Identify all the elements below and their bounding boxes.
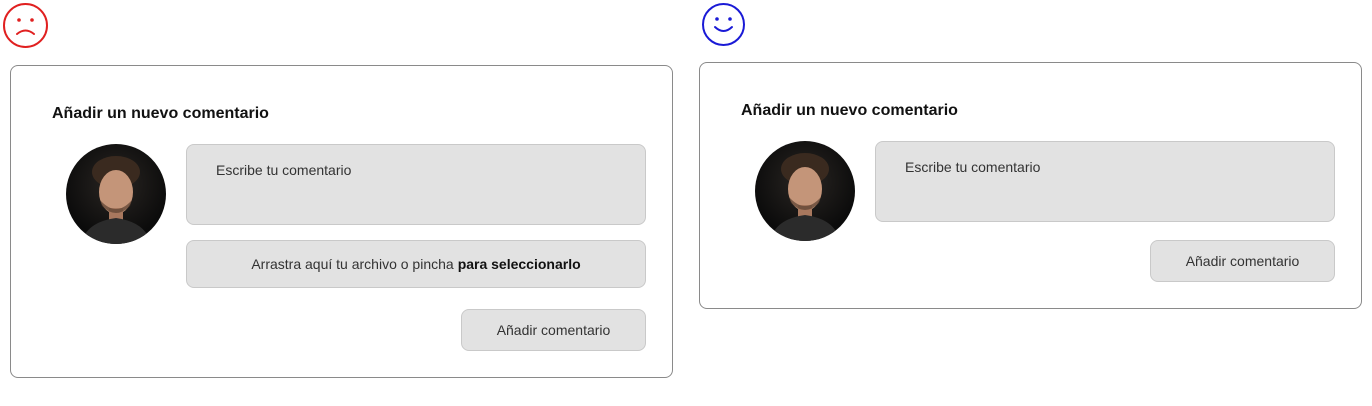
comment-card-good: Añadir un nuevo comentario Añadir coment… bbox=[699, 62, 1362, 309]
avatar bbox=[66, 144, 166, 244]
select-file-link[interactable]: para seleccionarlo bbox=[458, 256, 581, 272]
comment-input[interactable] bbox=[186, 144, 646, 225]
file-dropzone[interactable]: Arrastra aquí tu archivo o pincha para s… bbox=[186, 240, 646, 288]
add-comment-button[interactable]: Añadir comentario bbox=[461, 309, 646, 351]
add-comment-button[interactable]: Añadir comentario bbox=[1150, 240, 1335, 282]
comment-input[interactable] bbox=[875, 141, 1335, 222]
sad-face-icon bbox=[3, 3, 48, 48]
comment-card-bad: Añadir un nuevo comentario Arrastra aquí… bbox=[10, 65, 673, 378]
happy-face-icon bbox=[702, 3, 745, 46]
avatar bbox=[755, 141, 855, 241]
card-title: Añadir un nuevo comentario bbox=[52, 105, 269, 122]
dropzone-text: Arrastra aquí tu archivo o pincha bbox=[251, 256, 454, 272]
card-title: Añadir un nuevo comentario bbox=[741, 102, 958, 119]
